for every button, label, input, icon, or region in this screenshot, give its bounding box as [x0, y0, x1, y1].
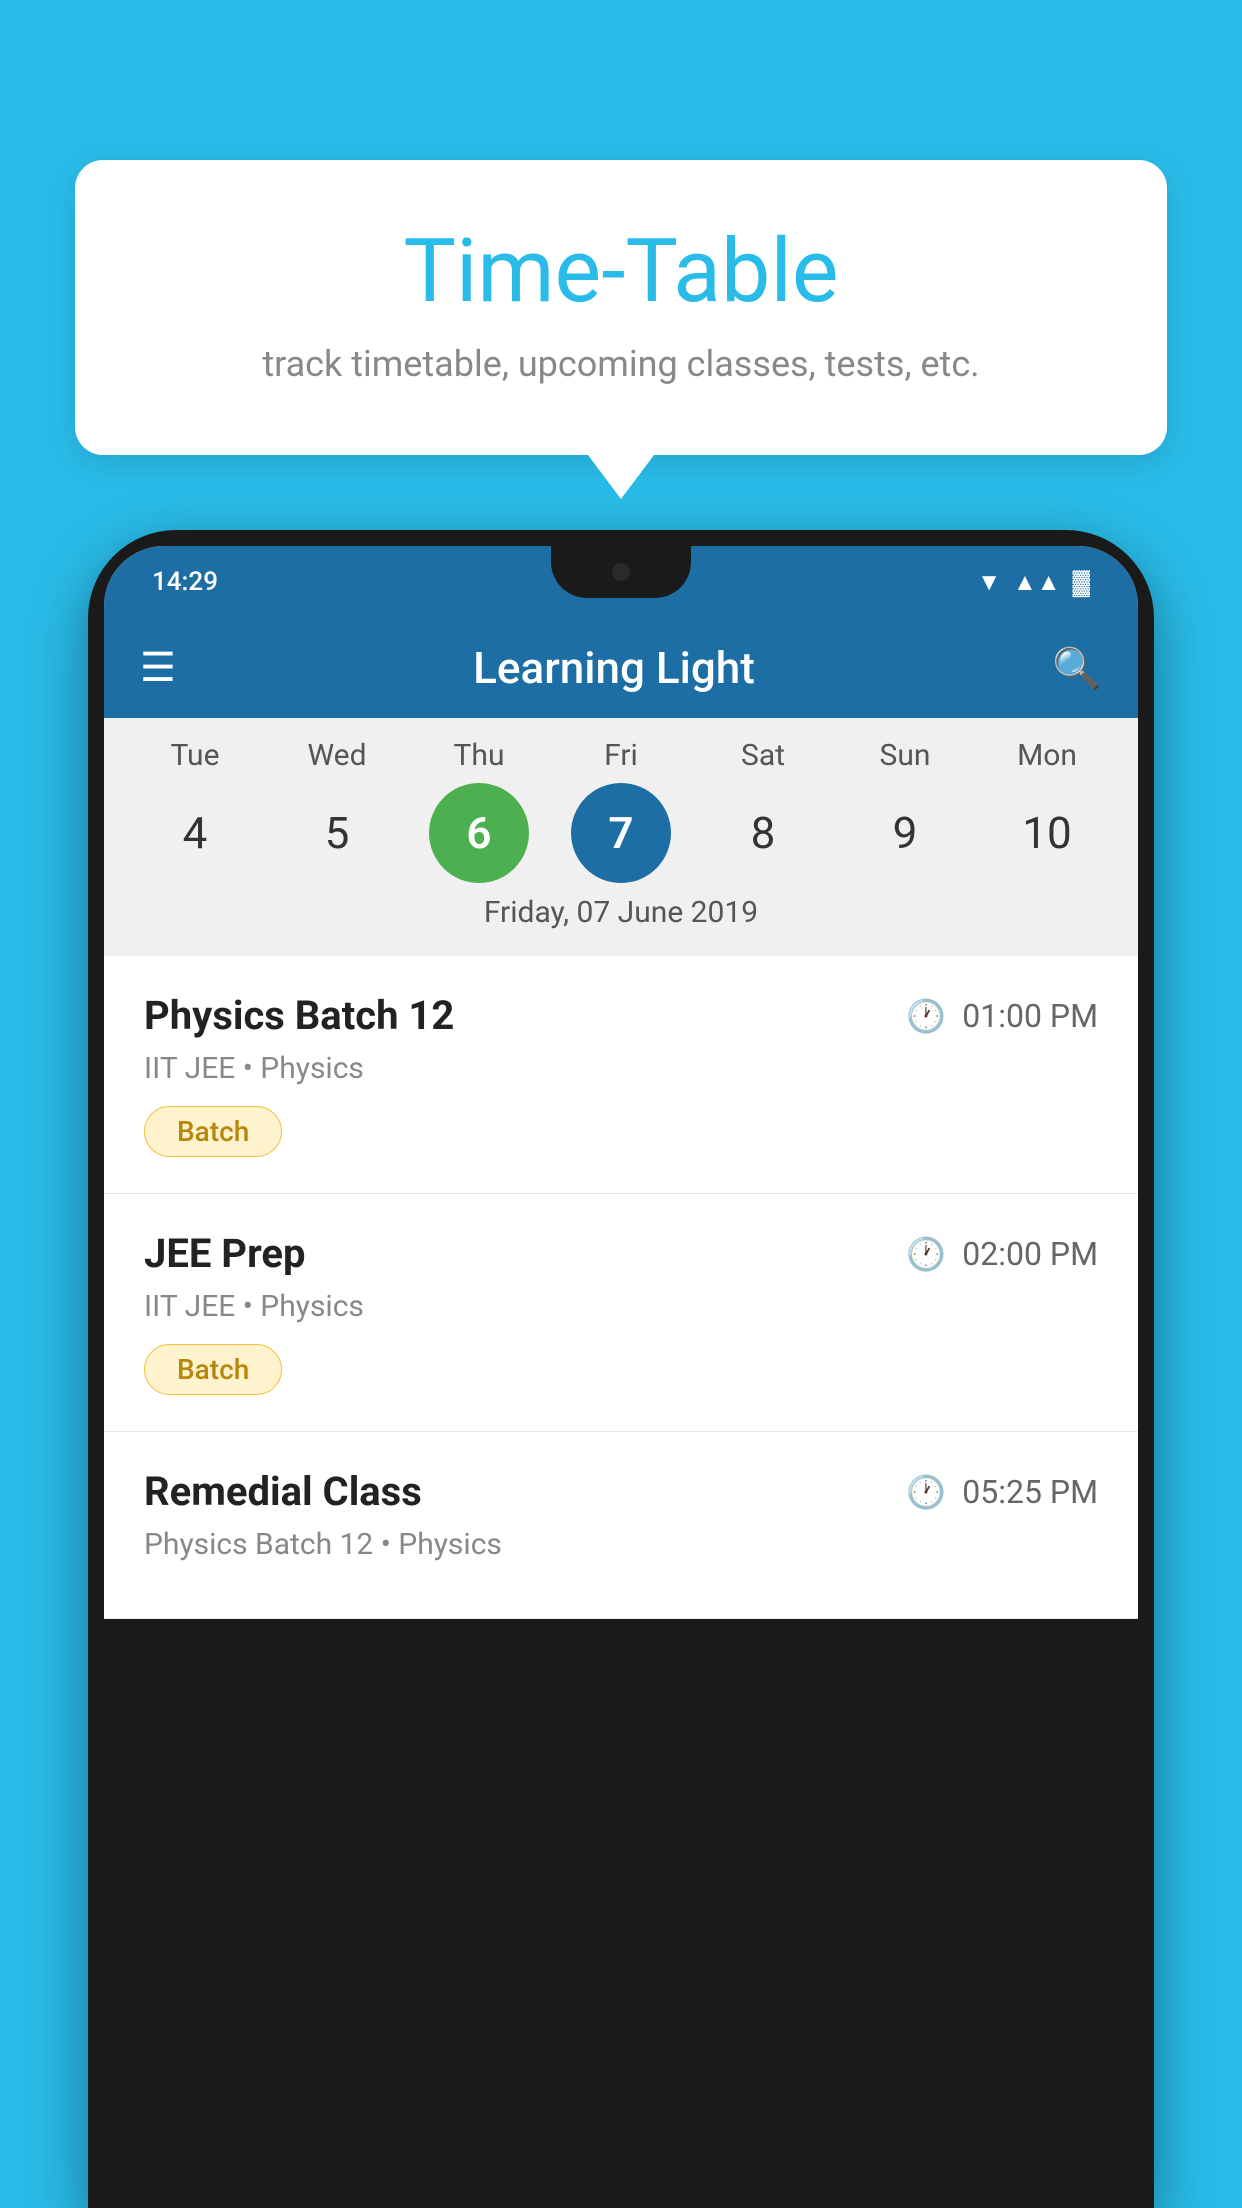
tooltip-card: Time-Table track timetable, upcoming cla…: [75, 160, 1167, 455]
schedule-item-2[interactable]: Remedial Class 🕐05:25 PM Physics Batch 12 …: [104, 1432, 1138, 1619]
schedule-title-2: Remedial Class: [144, 1468, 422, 1515]
day-header-thu: Thu: [429, 738, 529, 773]
day-number-6[interactable]: 6: [429, 783, 529, 883]
day-number-8[interactable]: 8: [713, 783, 813, 883]
app-toolbar: ☰ Learning Light 🔍: [104, 618, 1138, 718]
phone-inner: 14:29 ▼ ▲▲ ▓ ☰ Learning Light 🔍 Tue Wed Th…: [104, 546, 1138, 1619]
day-header-wed: Wed: [287, 738, 387, 773]
batch-badge-0: Batch: [144, 1106, 282, 1157]
day-number-10[interactable]: 10: [997, 783, 1097, 883]
batch-badge-1: Batch: [144, 1344, 282, 1395]
camera-dot: [612, 563, 630, 581]
schedule-title-0: Physics Batch 12: [144, 992, 454, 1039]
day-number-4[interactable]: 4: [145, 783, 245, 883]
schedule-item-1[interactable]: JEE Prep 🕐02:00 PM IIT JEE • Physics Batch: [104, 1194, 1138, 1432]
schedule-item-0[interactable]: Physics Batch 12 🕐01:00 PM IIT JEE • Physi…: [104, 956, 1138, 1194]
day-header-sat: Sat: [713, 738, 813, 773]
schedule-subtitle-2: Physics Batch 12 • Physics: [144, 1527, 1098, 1562]
clock-icon: 🕐: [906, 1235, 946, 1273]
schedule-title-1: JEE Prep: [144, 1230, 305, 1277]
battery-icon: ▓: [1073, 568, 1091, 597]
schedule-time-1: 🕐02:00 PM: [906, 1235, 1098, 1273]
notch: [551, 546, 691, 598]
calendar-strip: Tue Wed Thu Fri Sat Sun Mon 456789 10 Friday, 0…: [104, 718, 1138, 956]
tooltip-title: Time-Table: [135, 220, 1107, 323]
tooltip-subtitle: track timetable, upcoming classes, tests…: [135, 343, 1107, 385]
schedule-time-2: 🕐05:25 PM: [906, 1473, 1098, 1511]
status-bar: 14:29 ▼ ▲▲ ▓: [104, 546, 1138, 618]
day-numbers: 456789 10: [104, 783, 1138, 883]
clock-icon: 🕐: [906, 1473, 946, 1511]
content-area: Physics Batch 12 🕐01:00 PM IIT JEE • Physi…: [104, 956, 1138, 1619]
selected-date-label: Friday, 07 June 2019: [104, 883, 1138, 946]
search-icon[interactable]: 🔍: [1052, 645, 1102, 692]
day-header-sun: Sun: [855, 738, 955, 773]
day-header-tue: Tue: [145, 738, 245, 773]
app-title: Learning Light: [208, 642, 1020, 694]
phone-frame: 14:29 ▼ ▲▲ ▓ ☰ Learning Light 🔍 Tue Wed Th…: [88, 530, 1154, 2208]
status-time: 14:29: [152, 567, 218, 597]
day-number-9[interactable]: 9: [855, 783, 955, 883]
schedule-subtitle-0: IIT JEE • Physics: [144, 1051, 1098, 1086]
status-icons: ▼ ▲▲ ▓: [977, 568, 1090, 597]
schedule-subtitle-1: IIT JEE • Physics: [144, 1289, 1098, 1324]
day-headers: Tue Wed Thu Fri Sat Sun Mon: [104, 738, 1138, 773]
signal-icon: ▲▲: [1013, 568, 1061, 597]
day-header-mon: Mon: [997, 738, 1097, 773]
day-number-5[interactable]: 5: [287, 783, 387, 883]
wifi-icon: ▼: [977, 568, 1001, 597]
day-number-7[interactable]: 7: [571, 783, 671, 883]
schedule-time-0: 🕐01:00 PM: [906, 997, 1098, 1035]
clock-icon: 🕐: [906, 997, 946, 1035]
day-header-fri: Fri: [571, 738, 671, 773]
hamburger-icon[interactable]: ☰: [140, 648, 176, 688]
